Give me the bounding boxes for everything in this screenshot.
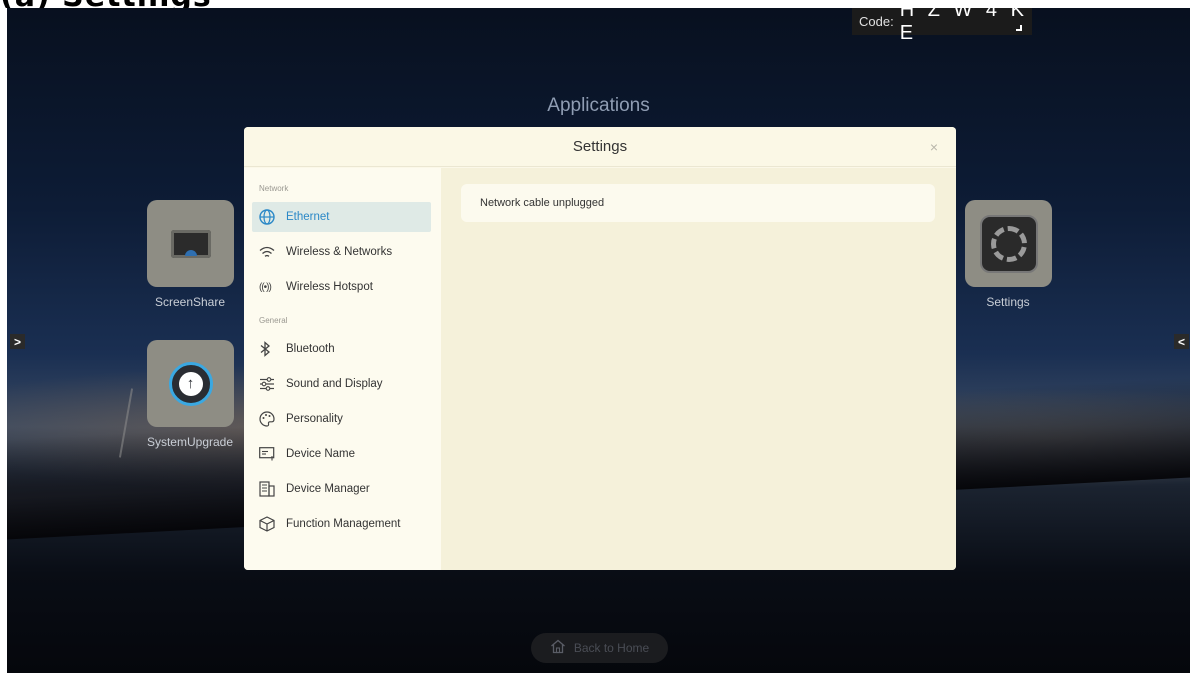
upload-icon: ↑ bbox=[168, 361, 213, 406]
app-settings[interactable] bbox=[965, 200, 1052, 287]
app-settings-label: Settings bbox=[986, 295, 1030, 309]
home-icon bbox=[550, 639, 566, 657]
app-screenshare-label: ScreenShare bbox=[154, 295, 226, 309]
device-name-icon bbox=[259, 447, 281, 461]
app-systemupgrade[interactable]: ↑ bbox=[147, 340, 234, 427]
sidebar-item-bluetooth[interactable]: Bluetooth bbox=[252, 334, 431, 364]
sidebar-item-sound-display[interactable]: Sound and Display bbox=[252, 369, 431, 399]
sidebar-item-label: Wireless Hotspot bbox=[286, 281, 373, 293]
settings-content: Network cable unplugged bbox=[441, 168, 956, 570]
figure-caption: (a) Settings bbox=[0, 0, 212, 8]
code-value: H Z W 4 K E bbox=[899, 8, 1028, 44]
wifi-icon bbox=[259, 246, 281, 259]
sidebar-item-function-management[interactable]: Function Management bbox=[252, 509, 431, 539]
pairing-code-box: Code: H Z W 4 K E bbox=[852, 8, 1032, 44]
globe-icon bbox=[259, 209, 281, 225]
settings-dialog-header: Settings × bbox=[244, 127, 956, 167]
sidebar-item-label: Sound and Display bbox=[286, 378, 383, 390]
section-label-general: General bbox=[259, 316, 288, 325]
gear-icon bbox=[990, 225, 1027, 262]
ethernet-status-card: Network cable unplugged bbox=[461, 184, 935, 222]
sidebar-item-label: Wireless & Networks bbox=[286, 246, 393, 258]
sidebar-item-label: Bluetooth bbox=[286, 343, 335, 355]
cube-icon bbox=[259, 516, 281, 532]
sidebar-item-ethernet[interactable]: Ethernet bbox=[252, 202, 431, 232]
page-next-arrow[interactable]: > bbox=[10, 334, 25, 349]
sidebar-item-wireless-networks[interactable]: Wireless & Networks bbox=[252, 237, 431, 267]
screenshare-icon bbox=[170, 229, 211, 258]
sidebar-item-device-manager[interactable]: Device Manager bbox=[252, 474, 431, 504]
sidebar-item-device-name[interactable]: Device Name bbox=[252, 439, 431, 469]
palette-icon bbox=[259, 411, 281, 427]
settings-dialog-title: Settings bbox=[572, 138, 628, 155]
launcher-screen: Code: H Z W 4 K E Applications ScreenSha… bbox=[7, 8, 1190, 673]
section-label-network: Network bbox=[259, 184, 289, 193]
back-to-home-label: Back to Home bbox=[573, 641, 650, 655]
app-systemupgrade-label: SystemUpgrade bbox=[146, 435, 234, 449]
sidebar-item-label: Personality bbox=[286, 413, 343, 425]
hotspot-icon: ((•)) bbox=[259, 281, 272, 293]
sidebar-item-label: Device Name bbox=[286, 448, 356, 460]
app-screenshare[interactable] bbox=[147, 200, 234, 287]
resize-corner-icon bbox=[1016, 25, 1022, 31]
back-to-home-button[interactable]: Back to Home bbox=[531, 633, 668, 663]
close-icon[interactable]: × bbox=[930, 139, 938, 155]
applications-title: Applications bbox=[547, 95, 650, 116]
sliders-icon bbox=[259, 376, 281, 392]
code-label: Code: bbox=[859, 14, 894, 29]
settings-dialog: Settings × Network Ethernet Wireless & N… bbox=[244, 127, 956, 570]
bluetooth-icon bbox=[259, 341, 281, 357]
sidebar-item-wireless-hotspot[interactable]: ((•)) Wireless Hotspot bbox=[252, 272, 431, 302]
sidebar-item-label: Ethernet bbox=[286, 211, 330, 223]
device-manager-icon bbox=[259, 481, 281, 497]
page-prev-arrow[interactable]: < bbox=[1174, 334, 1189, 349]
sidebar-item-label: Device Manager bbox=[286, 483, 370, 495]
settings-sidebar: Network Ethernet Wireless & Networks ((•… bbox=[244, 168, 441, 570]
sidebar-item-personality[interactable]: Personality bbox=[252, 404, 431, 434]
sidebar-item-label: Function Management bbox=[286, 518, 401, 530]
